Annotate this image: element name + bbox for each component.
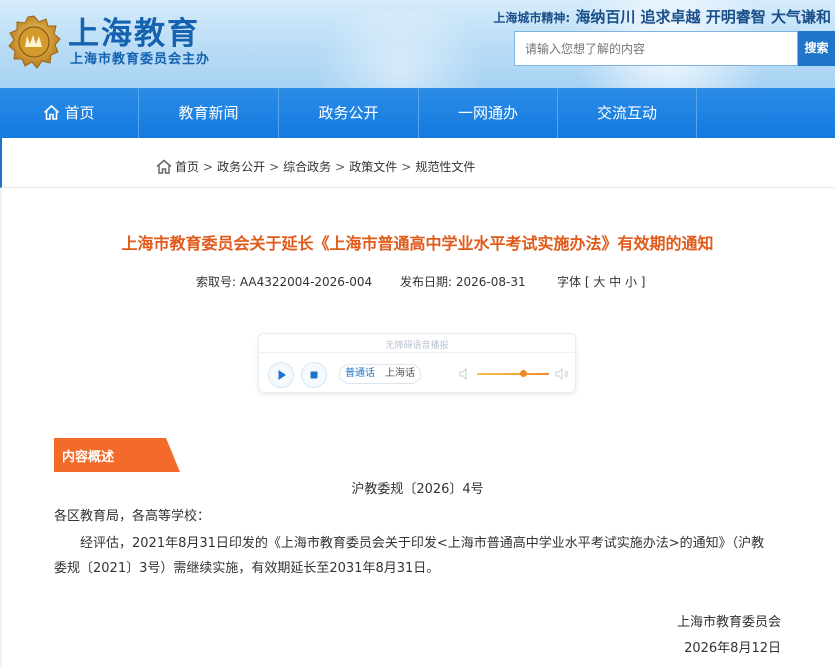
font-size-label: 字体	[557, 275, 582, 289]
signature: 上海市教育委员会	[676, 615, 781, 630]
breadcrumb-separator: >	[269, 160, 280, 174]
index-number: 索取号: AA4322004-2026-004	[196, 273, 372, 290]
header-glow	[300, 10, 500, 88]
nav-item-government[interactable]: 政务公开	[279, 88, 419, 138]
font-size-control: 字体 [ 大 中 小 ]	[557, 273, 645, 290]
body-paragraph-line1: 经评估，2021年8月31日印发的《上海市教育委员会关于印发<上海市普通高中学业…	[80, 536, 765, 551]
index-label: 索取号:	[196, 275, 237, 289]
search-input[interactable]	[514, 31, 798, 66]
article-title: 上海市教育委员会关于延长《上海市普通高中学业水平考试实施办法》有效期的通知	[121, 234, 714, 253]
date-value: 2026-08-31	[455, 275, 526, 289]
play-button[interactable]	[268, 362, 294, 388]
nav-item-home[interactable]: 首页	[0, 88, 139, 138]
stop-icon	[310, 371, 318, 379]
breadcrumb-item-general[interactable]: 综合政务	[283, 160, 331, 174]
city-spirit: 上海城市精神: 海纳百川 追求卓越 开明睿智 大气谦和	[493, 6, 831, 27]
logo-seal-icon[interactable]	[6, 14, 62, 70]
breadcrumb-separator: >	[335, 160, 346, 174]
breadcrumb-item-policy[interactable]: 政策文件	[349, 160, 397, 174]
player-divider	[259, 352, 575, 353]
breadcrumb-separator: >	[401, 160, 412, 174]
home-icon	[44, 104, 60, 120]
date-label: 发布日期:	[400, 275, 453, 289]
sign-date: 2026年8月12日	[684, 641, 781, 656]
city-spirit-label: 上海城市精神:	[493, 11, 571, 25]
breadcrumb: 首页 > 政务公开 > 综合政务 > 政策文件 > 规范性文件	[156, 158, 475, 175]
volume-slider-handle[interactable]	[520, 370, 528, 377]
document-number: 沪教委规〔2026〕4号	[351, 482, 484, 497]
search-button[interactable]: 搜索	[798, 31, 835, 66]
section-tag: 内容概述	[62, 450, 115, 465]
site-subtitle: 上海市教育委员会主办	[70, 52, 211, 67]
breadcrumb-item-home[interactable]: 首页	[175, 160, 199, 174]
font-size-options[interactable]: [ 大 中 小 ]	[585, 275, 646, 289]
nav-label-home: 首页	[64, 104, 95, 122]
nav-item-interaction[interactable]: 交流互动	[558, 88, 697, 138]
breadcrumb-item-government[interactable]: 政务公开	[217, 160, 265, 174]
stop-button[interactable]	[301, 362, 327, 388]
publish-date: 发布日期: 2026-08-31	[400, 273, 526, 290]
audio-player: 无障碍语音播报 普通话 上海话	[258, 333, 576, 393]
volume-up-icon[interactable]	[554, 367, 570, 381]
volume-slider[interactable]	[477, 373, 549, 375]
nav-item-news[interactable]: 教育新闻	[139, 88, 279, 138]
index-value: AA4322004-2026-004	[239, 275, 373, 289]
home-icon	[156, 159, 172, 174]
salutation: 各区教育局，各高等学校：	[54, 509, 211, 524]
player-caption: 无障碍语音播报	[385, 341, 449, 351]
breadcrumb-separator: >	[203, 160, 214, 174]
breadcrumb-item-normative[interactable]: 规范性文件	[415, 160, 475, 174]
main-nav: 首页 教育新闻 政务公开 一网通办 交流互动	[0, 88, 835, 138]
volume-mute-icon[interactable]	[458, 367, 472, 381]
lang-mandarin-button[interactable]: 普通话	[340, 365, 380, 383]
language-toggle: 普通话 上海话	[339, 364, 421, 384]
site-title[interactable]: 上海教育	[68, 8, 200, 53]
city-spirit-value: 海纳百川 追求卓越 开明睿智 大气谦和	[575, 8, 831, 26]
nav-item-services[interactable]: 一网通办	[419, 88, 558, 138]
body-paragraph-line2: 委规〔2021〕3号）需继续实施，有效期延长至2031年8月31日。	[54, 561, 440, 576]
lang-shanghai-button[interactable]: 上海话	[380, 365, 420, 383]
left-border	[0, 188, 2, 667]
play-icon	[278, 370, 286, 380]
